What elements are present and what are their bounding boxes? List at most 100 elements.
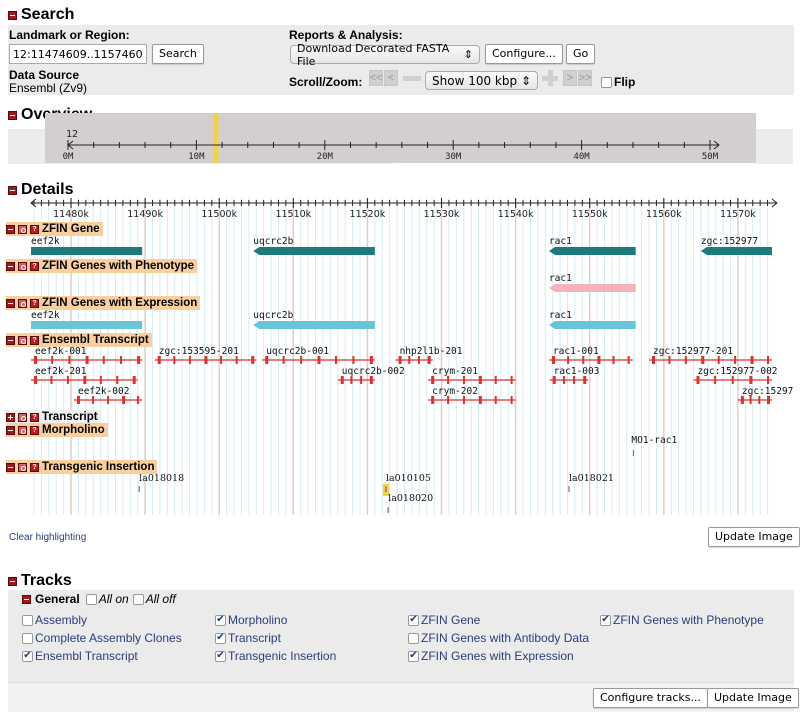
- collapse-icon[interactable]: [6, 425, 15, 435]
- gene-glyph: [253, 321, 375, 329]
- all-off-checkbox[interactable]: [132, 593, 144, 605]
- flip-toggle[interactable]: Flip: [601, 75, 635, 89]
- transcript-exon: [220, 356, 223, 364]
- track-label-zfin-phenotype[interactable]: ? ZFIN Genes with Phenotype: [6, 259, 198, 273]
- collapse-icon[interactable]: [6, 224, 15, 234]
- zoom-in-button[interactable]: [542, 70, 558, 86]
- scroll-left-button[interactable]: <: [384, 70, 398, 86]
- transcript-exon: [767, 356, 769, 364]
- collapse-icon[interactable]: [6, 335, 15, 345]
- zoom-out-button[interactable]: [403, 75, 421, 81]
- track-option[interactable]: ✔ ZFIN Genes with Expression: [408, 649, 574, 663]
- help-icon[interactable]: ?: [30, 261, 39, 271]
- help-icon[interactable]: ?: [30, 335, 39, 345]
- details-tick-label: 11550k: [572, 209, 608, 220]
- configure-icon[interactable]: [18, 298, 27, 308]
- scroll-far-left-button[interactable]: <<: [369, 70, 383, 86]
- update-image-button[interactable]: Update Image: [708, 527, 800, 547]
- transcript-exon: [68, 356, 71, 364]
- zoom-select[interactable]: Show 100 kbp ⇕: [425, 71, 538, 90]
- transcript-exon: [317, 356, 321, 364]
- help-icon[interactable]: ?: [30, 412, 39, 422]
- collapse-icon[interactable]: [6, 298, 15, 308]
- track-checkbox[interactable]: ✔: [215, 614, 226, 626]
- expand-icon[interactable]: [6, 412, 15, 422]
- track-option[interactable]: ✔ Transcript: [215, 631, 281, 645]
- help-icon[interactable]: ?: [30, 224, 39, 234]
- scroll-far-right-button[interactable]: >>: [578, 70, 592, 86]
- help-icon[interactable]: ?: [30, 298, 39, 308]
- track-checkbox[interactable]: ✔: [600, 614, 611, 626]
- track-label-transgenic-insertion[interactable]: ? Transgenic Insertion: [6, 460, 158, 474]
- track-option[interactable]: ✔ ZFIN Genes with Phenotype: [600, 613, 764, 627]
- flip-checkbox[interactable]: [601, 76, 612, 88]
- track-option[interactable]: ✔ ZFIN Gene: [408, 613, 480, 627]
- transcript-exon: [567, 356, 570, 364]
- configure-icon[interactable]: [18, 462, 27, 472]
- overview-ruler[interactable]: 0M 10M 20M 30M 40M 50M 12: [45, 113, 756, 163]
- scroll-right-button[interactable]: >: [563, 70, 577, 86]
- track-checkbox[interactable]: ✔: [408, 650, 419, 662]
- insertion-label: la018018: [139, 473, 184, 484]
- track-checkbox[interactable]: [22, 614, 33, 626]
- configure-icon[interactable]: [18, 224, 27, 234]
- configure-icon[interactable]: [18, 335, 27, 345]
- configure-icon[interactable]: [18, 261, 27, 271]
- transcript-exon: [51, 356, 54, 364]
- gene-glyph: [253, 247, 375, 255]
- track-option-label: Ensembl Transcript: [35, 649, 138, 663]
- track-option[interactable]: Complete Assembly Clones: [22, 631, 182, 645]
- track-option[interactable]: Assembly: [22, 613, 87, 627]
- track-label-zfin-gene[interactable]: ? ZFIN Gene: [6, 222, 103, 236]
- track-checkbox[interactable]: ✔: [215, 650, 226, 662]
- collapse-icon[interactable]: [6, 462, 15, 472]
- go-button[interactable]: Go: [566, 44, 596, 64]
- all-on-toggle[interactable]: All on: [85, 592, 129, 606]
- transcript-exon: [583, 376, 587, 384]
- transcript-label: crym-202: [432, 386, 478, 397]
- search-button[interactable]: Search: [152, 44, 204, 64]
- track-label-morpholino[interactable]: ? Morpholino: [6, 423, 108, 437]
- feature-label: uqcrc2b: [253, 236, 293, 247]
- track-option[interactable]: ✔ Ensembl Transcript: [22, 649, 138, 663]
- group-general[interactable]: General All on All off: [22, 592, 176, 606]
- help-icon[interactable]: ?: [30, 462, 39, 472]
- track-checkbox[interactable]: [408, 632, 419, 644]
- track-checkbox[interactable]: ✔: [22, 650, 33, 662]
- reports-select[interactable]: Download Decorated FASTA File ⇕: [290, 42, 480, 68]
- landmark-input[interactable]: [9, 44, 147, 64]
- data-source-value: Ensembl (Zv9): [9, 81, 88, 95]
- all-on-label: All on: [98, 592, 129, 606]
- track-checkbox[interactable]: [22, 632, 33, 644]
- collapse-icon[interactable]: [22, 594, 31, 604]
- track-option[interactable]: ✔ Morpholino: [215, 613, 287, 627]
- all-off-toggle[interactable]: All off: [132, 592, 176, 606]
- track-checkbox[interactable]: ✔: [408, 614, 419, 626]
- track-option[interactable]: ✔ Transgenic Insertion: [215, 649, 336, 663]
- all-on-checkbox[interactable]: [85, 593, 97, 605]
- track-label-ensembl-transcript[interactable]: ? Ensembl Transcript: [6, 333, 152, 347]
- search-section-header[interactable]: Search: [8, 6, 74, 24]
- configure-icon[interactable]: [18, 412, 27, 422]
- collapse-icon[interactable]: [8, 576, 17, 586]
- select-arrows-icon: ⇕: [463, 48, 473, 61]
- configure-icon[interactable]: [18, 425, 27, 435]
- help-icon[interactable]: ?: [30, 425, 39, 435]
- tracks-section-header[interactable]: Tracks: [8, 572, 72, 590]
- track-option[interactable]: ZFIN Genes with Antibody Data: [408, 631, 589, 645]
- track-option-label: ZFIN Gene: [421, 613, 481, 627]
- track-checkbox[interactable]: ✔: [215, 632, 226, 644]
- collapse-icon[interactable]: [8, 110, 17, 120]
- track-label-transcript[interactable]: ? Transcript: [6, 410, 101, 424]
- clear-highlighting-link[interactable]: Clear highlighting: [9, 532, 86, 543]
- configure-tracks-button[interactable]: Configure tracks...: [593, 688, 709, 708]
- transcript-exon: [408, 356, 411, 364]
- configure-button[interactable]: Configure...: [485, 44, 563, 64]
- collapse-icon[interactable]: [8, 10, 17, 20]
- update-image-button-bottom[interactable]: Update Image: [707, 688, 799, 708]
- collapse-icon[interactable]: [6, 261, 15, 271]
- transcript-exon: [612, 356, 615, 364]
- data-source-label: Data Source: [9, 68, 80, 82]
- track-label-zfin-expression[interactable]: ? ZFIN Genes with Expression: [6, 296, 201, 310]
- transcript-exon: [551, 356, 555, 364]
